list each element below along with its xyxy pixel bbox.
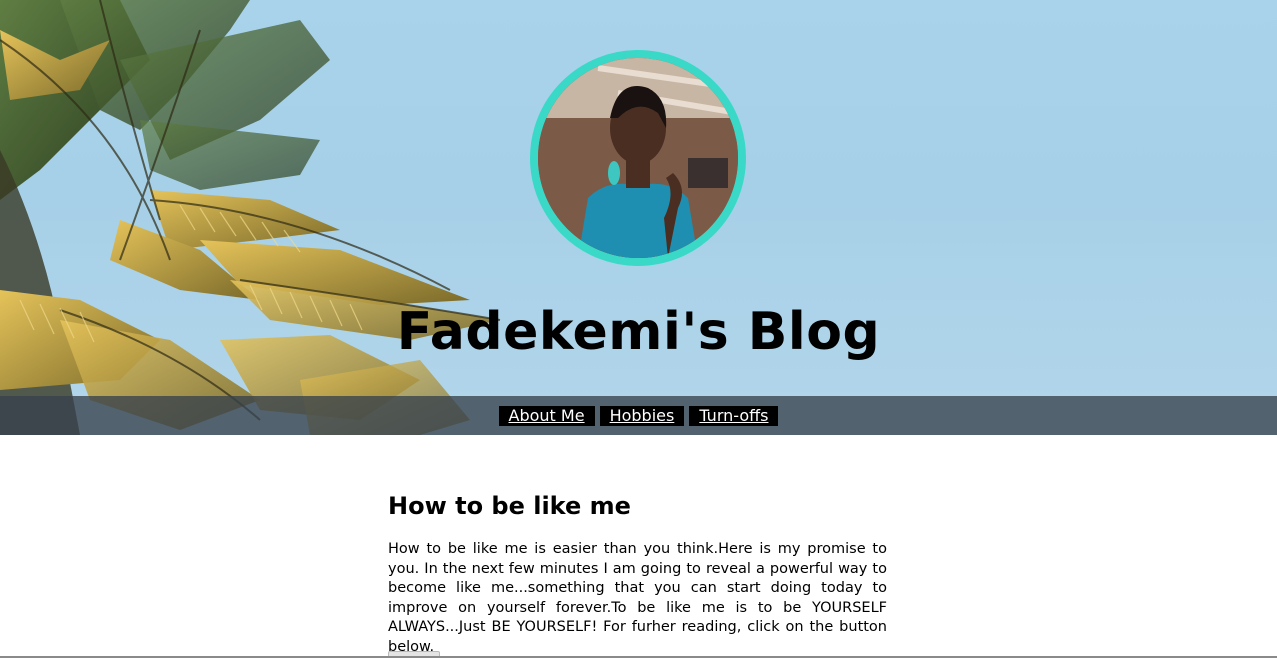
site-title: Fadekemi's Blog [396, 302, 881, 362]
profile-photo [530, 50, 746, 266]
nav-item-turn-offs[interactable]: Turn-offs [689, 406, 779, 426]
main-navigation: About Me Hobbies Turn-offs [0, 396, 1277, 435]
nav-item-hobbies[interactable]: Hobbies [599, 406, 685, 426]
hero-banner: Fadekemi's Blog About Me Hobbies Turn-of… [0, 0, 1277, 435]
nav-item-about-me[interactable]: About Me [498, 406, 595, 426]
post-body: How to be like me is easier than you thi… [388, 541, 887, 655]
blog-post: How to be like me How to be like me is e… [388, 490, 887, 657]
palm-tree-image [0, 0, 501, 435]
post-title: How to be like me [388, 492, 631, 520]
